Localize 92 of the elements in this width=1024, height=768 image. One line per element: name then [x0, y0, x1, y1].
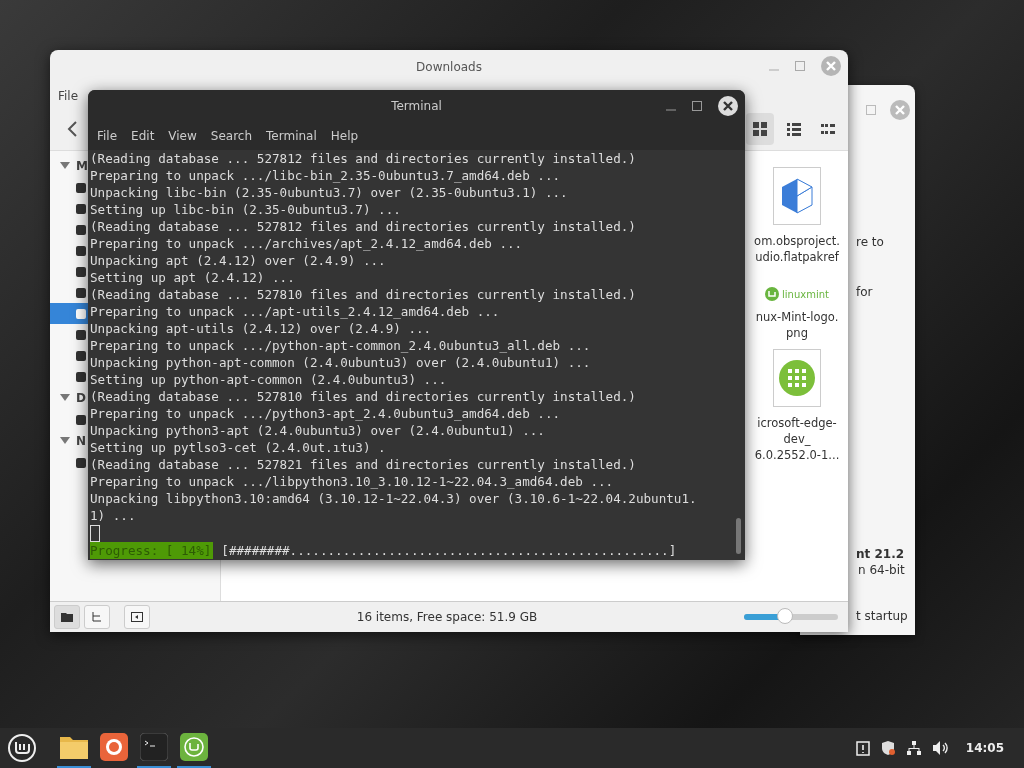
- terminal-line: Preparing to unpack .../archives/apt_2.4.12_amd64.deb ...: [90, 235, 524, 252]
- window-title: Terminal: [391, 99, 442, 113]
- sidebar-item[interactable]: [50, 303, 88, 324]
- file-name[interactable]: om.obsproject. udio.flatpakref: [754, 233, 840, 265]
- terminal-line: (Reading database ... 527821 files and directories currently installed.): [90, 456, 637, 473]
- terminal-line: Setting up libc-bin (2.35-0ubuntu3.7) ...: [90, 201, 402, 218]
- menu-item[interactable]: Edit: [131, 129, 155, 143]
- terminal-line: (Reading database ... 527810 files and directories currently installed.): [90, 388, 637, 405]
- place-icon: [76, 265, 86, 278]
- tree-icon: [91, 611, 103, 623]
- close-icon[interactable]: [717, 95, 739, 117]
- maximize-icon[interactable]: [691, 100, 703, 112]
- terminal-icon: [140, 733, 168, 761]
- sidebar-header: D: [76, 391, 86, 405]
- browser-icon: [100, 733, 128, 761]
- view-button[interactable]: [746, 113, 774, 145]
- clipboard-icon[interactable]: [855, 740, 870, 756]
- mint-logo-icon: [180, 733, 208, 761]
- terminal-line: Unpacking python-apt-common (2.4.0ubuntu3) over (2.4.0ubuntu1) ...: [90, 354, 592, 371]
- file-name[interactable]: icrosoft-edge- dev_ 6.0.2552.0-1...: [754, 415, 840, 463]
- menu-item[interactable]: View: [168, 129, 197, 143]
- terminal-line: 1) ...: [90, 507, 137, 524]
- sidebar-icon: [131, 612, 143, 622]
- window-title: Downloads: [416, 60, 482, 74]
- place-icon: [76, 349, 86, 362]
- place-icon: [76, 286, 86, 299]
- file-name[interactable]: nux-Mint-logo. png: [755, 309, 839, 341]
- file-thumbnail[interactable]: [773, 167, 821, 225]
- zoom-slider[interactable]: [744, 608, 838, 626]
- place-icon: [76, 370, 86, 383]
- mint-logo-icon: [765, 287, 780, 301]
- welcome-text: n 64-bit: [858, 563, 905, 577]
- app-grid-icon: [778, 359, 816, 397]
- terminal-line: Setting up apt (2.4.12) ...: [90, 269, 296, 286]
- terminal-line: (Reading database ... 527812 files and directories currently installed.): [90, 218, 637, 235]
- menu-item[interactable]: File: [97, 129, 118, 143]
- sidebar-header: M: [76, 159, 88, 173]
- terminal-line: Setting up pytlso3-cet (2.4.0ut.ıtu3) .: [90, 439, 387, 456]
- expander-icon[interactable]: [60, 394, 70, 402]
- terminal-line: Unpacking apt (2.4.12) over (2.4.9) ...: [90, 252, 387, 269]
- place-icon: [76, 307, 86, 320]
- folder-icon: [61, 612, 73, 622]
- terminal-line: (Reading database ... 527812 files and directories currently installed.): [90, 150, 637, 167]
- logo-text: linuxmint: [782, 288, 829, 300]
- terminal-line: Unpacking python3-apt (2.4.0ubuntu3) over (2.4.0ubuntu1) ...: [90, 422, 546, 439]
- welcome-text: nt 21.2: [856, 547, 905, 561]
- progress-text: [########..................................................]: [221, 542, 677, 559]
- list-icon: [786, 121, 802, 137]
- welcome-text: for: [856, 285, 873, 299]
- terminal-line: Unpacking apt-utils (2.4.12) over (2.4.9) ...: [90, 320, 433, 337]
- place-icon: [76, 223, 86, 236]
- menu-item[interactable]: File: [58, 89, 79, 103]
- scrollbar[interactable]: [736, 518, 741, 554]
- status-text: 16 items, Free space: 51.9 GB: [355, 610, 539, 624]
- file-thumbnail[interactable]: [773, 349, 821, 407]
- clock[interactable]: 14:05: [965, 741, 1004, 755]
- sidebar-header: N: [76, 434, 87, 448]
- terminal-line: Preparing to unpack .../libc-bin_2.35-0ubuntu3.7_amd64.deb ...: [90, 167, 562, 184]
- terminal-line: Preparing to unpack .../libpython3.10_3.10.12-1~22.04.3_amd64.deb ...: [90, 473, 615, 490]
- place-icon: [76, 202, 86, 215]
- volume-icon[interactable]: [931, 740, 950, 756]
- expander-icon[interactable]: [60, 437, 70, 445]
- places-button[interactable]: [54, 605, 80, 629]
- mint-menu-icon[interactable]: [7, 733, 37, 763]
- welcome-text: re to: [856, 235, 884, 249]
- terminal-line: Unpacking libc-bin (2.35-0ubuntu3.7) over (2.35-0ubuntu3.1) ...: [90, 184, 569, 201]
- welcome-text: t startup: [856, 609, 908, 623]
- grid-icon: [752, 121, 768, 137]
- terminal-line: Unpacking libpython3.10:amd64 (3.10.12-1~22.04.3) over (3.10.6-1~22.04.2ubuntu1.: [90, 490, 698, 507]
- terminal-line: (Reading database ... 527810 files and directories currently installed.): [90, 286, 637, 303]
- shield-icon[interactable]: [879, 740, 896, 756]
- menu-item[interactable]: Terminal: [266, 129, 317, 143]
- sidebar-toggle-button[interactable]: [124, 605, 150, 629]
- text-cursor: [90, 525, 100, 542]
- network-icon[interactable]: [905, 740, 922, 756]
- place-icon: [76, 328, 86, 341]
- cube-icon: [780, 177, 814, 215]
- terminal-line: Preparing to unpack .../apt-utils_2.4.12_amd64.deb ...: [90, 303, 501, 320]
- terminal-line: Preparing to unpack .../python-apt-common_2.4.0ubuntu3_all.deb ...: [90, 337, 592, 354]
- expander-icon[interactable]: [60, 162, 70, 170]
- menu-item[interactable]: Help: [330, 129, 359, 143]
- progress-label: Progress: [ 14%]: [90, 542, 214, 559]
- place-icon: [76, 181, 86, 194]
- menu-item[interactable]: Search: [210, 129, 253, 143]
- folder-icon: [59, 734, 89, 760]
- place-icon: [76, 456, 86, 469]
- slider-thumb[interactable]: [777, 608, 794, 624]
- place-icon: [76, 413, 86, 426]
- place-icon: [76, 244, 86, 257]
- terminal-line: Preparing to unpack .../python3-apt_2.4.0ubuntu3_amd64.deb ...: [90, 405, 562, 422]
- compact-list-icon: [820, 122, 836, 136]
- terminal-line: Setting up python-apt-common (2.4.0ubuntu3) ...: [90, 371, 448, 388]
